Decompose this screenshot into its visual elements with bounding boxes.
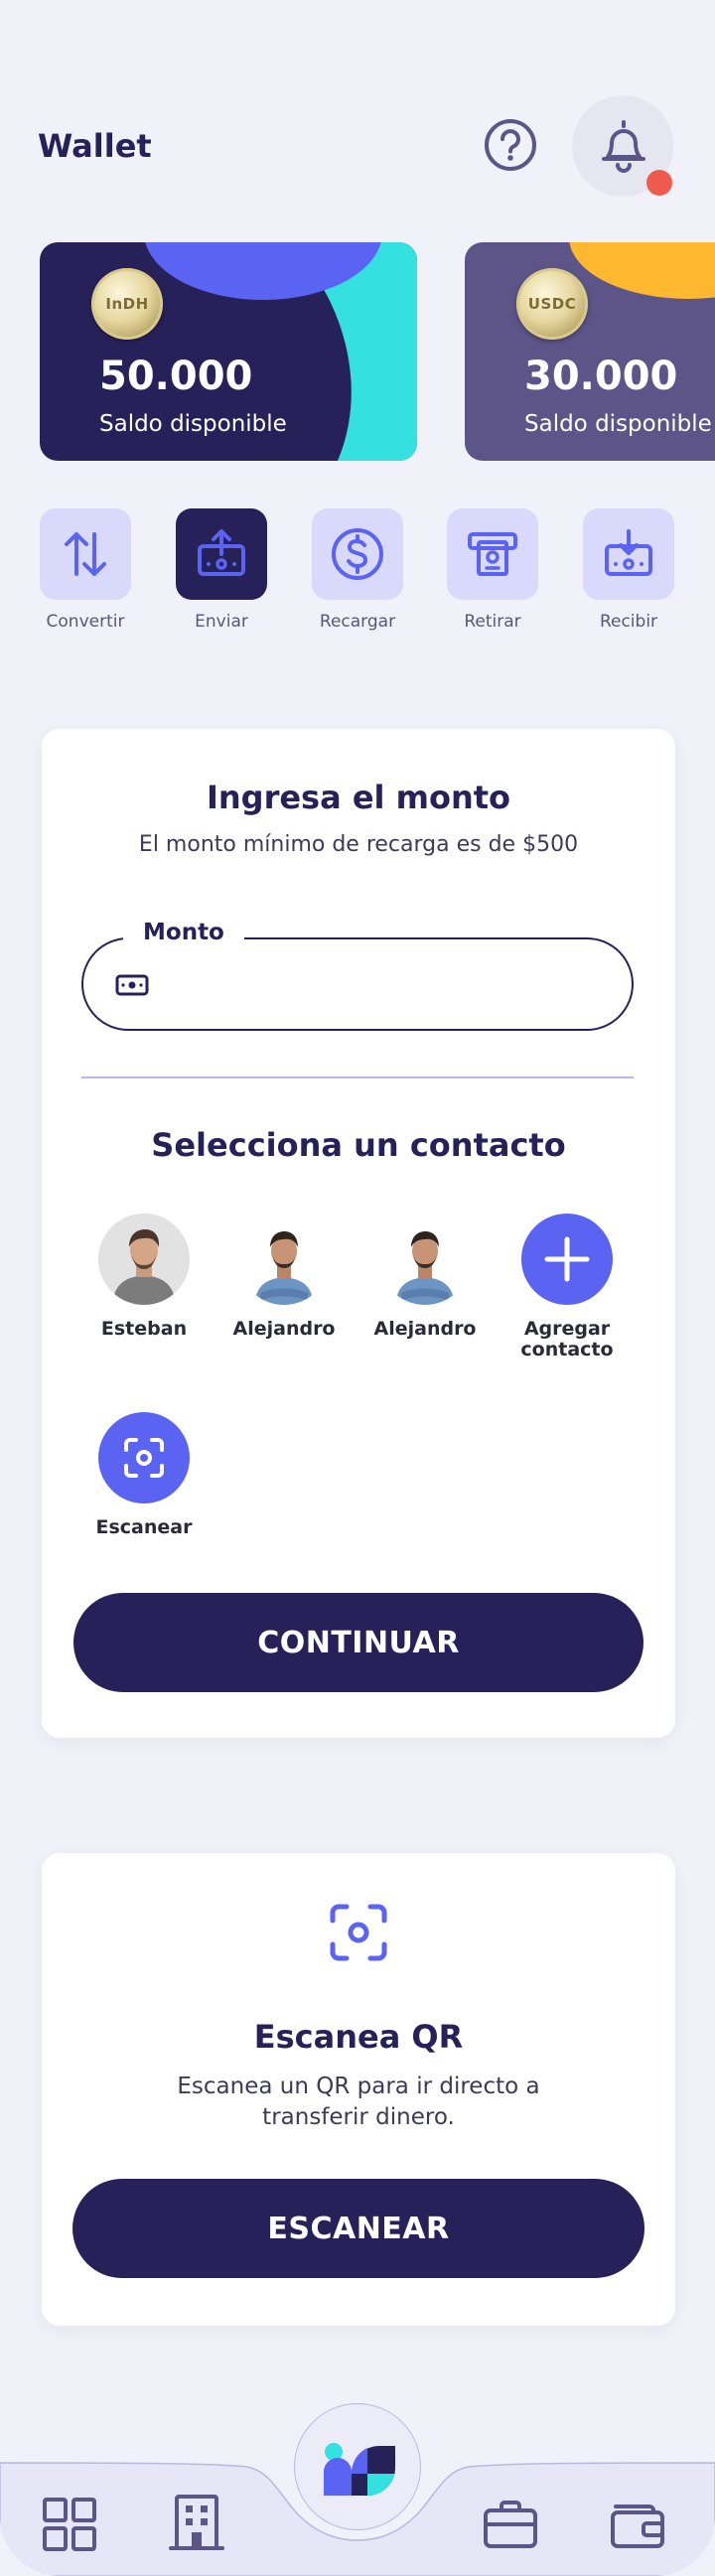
nav-briefcase[interactable] (483, 2499, 538, 2554)
action-label: Retirar (464, 612, 521, 632)
notifications-button[interactable] (572, 95, 673, 197)
send-money-icon (198, 529, 245, 576)
plus-icon (544, 1236, 590, 1282)
scan-label: Escanear (95, 1516, 193, 1538)
avatar (238, 1214, 330, 1305)
balance-card-indh[interactable]: InDH 50.000 Saldo disponible (40, 242, 417, 461)
nav-building[interactable] (169, 2493, 224, 2556)
scan-circle (98, 1412, 190, 1503)
balance-card-usdc[interactable]: USDC 30.000 Saldo disponible (465, 242, 715, 461)
action-recargar[interactable]: Recargar (303, 508, 412, 632)
coin-logo-indh: InDH (91, 268, 163, 340)
qr-title: Escanea QR (253, 2018, 464, 2056)
atm-withdraw-icon (468, 532, 517, 576)
amount-field-label: Monto (123, 920, 244, 945)
action-label: Convertir (46, 612, 125, 632)
page-title: Wallet (38, 127, 152, 165)
dollar-icon (332, 528, 383, 580)
avatar (98, 1214, 190, 1305)
contact-alejandro[interactable]: Alejandro (365, 1214, 485, 1340)
help-icon (485, 119, 536, 171)
wallet-screen: Wallet InDH 50.000 Saldo disponible USDC… (0, 0, 715, 2576)
notification-badge (646, 170, 672, 196)
bell-icon (602, 120, 645, 173)
action-tile (176, 508, 267, 600)
balance-label: Saldo disponible (524, 411, 712, 437)
qr-panel: Escanea QR Escanea un QR para ir directo… (42, 1853, 675, 2326)
home-fab-button[interactable] (294, 2403, 421, 2530)
swap-arrows-icon (65, 532, 106, 576)
help-button[interactable] (481, 115, 540, 175)
scan-button[interactable]: ESCANEAR (72, 2179, 644, 2278)
contact-name: Esteban (100, 1318, 188, 1340)
nav-dashboard[interactable] (42, 2497, 97, 2556)
coin-logo-usdc: USDC (516, 268, 588, 340)
contact-name: Alejandro (232, 1318, 336, 1340)
action-retirar[interactable]: Retirar (438, 508, 547, 632)
scan-contact-button[interactable]: Escanear (84, 1412, 204, 1538)
amount-title: Ingresa el monto (206, 779, 511, 816)
divider (81, 1076, 634, 1078)
contact-alejandro[interactable]: Alejandro (224, 1214, 344, 1340)
scan-icon (124, 1438, 164, 1478)
action-convertir[interactable]: Convertir (31, 508, 140, 632)
add-contact-button[interactable]: Agregar contacto (507, 1214, 627, 1360)
action-enviar[interactable]: Enviar (167, 508, 276, 632)
qr-scan-icon (330, 1904, 387, 1961)
contacts-title: Selecciona un contacto (151, 1126, 566, 1164)
qr-subtitle: Escanea un QR para ir directo a transfer… (177, 2074, 540, 2131)
balance-amount: 30.000 (524, 354, 678, 399)
add-contact-label: Agregar contacto (520, 1318, 614, 1360)
briefcase-icon (484, 2501, 537, 2548)
action-tile (447, 508, 538, 600)
cash-icon (115, 974, 149, 996)
continue-button[interactable]: CONTINUAR (73, 1593, 644, 1692)
action-label: Recibir (599, 612, 658, 632)
nav-wallet[interactable] (610, 2499, 665, 2554)
amount-panel: Ingresa el monto El monto mínimo de reca… (42, 729, 675, 1738)
app-logo-icon (324, 2443, 395, 2496)
add-contact-circle (521, 1214, 613, 1305)
wallet-icon (611, 2504, 664, 2548)
quick-actions: Convertir Enviar Recargar Retirar Recibi… (0, 508, 715, 638)
balance-label: Saldo disponible (99, 411, 287, 437)
action-label: Enviar (195, 612, 248, 632)
balance-amount: 50.000 (99, 354, 253, 399)
contact-esteban[interactable]: Esteban (84, 1214, 204, 1340)
grid-icon (43, 2498, 96, 2551)
receive-money-icon (605, 529, 652, 576)
header: Wallet (0, 0, 715, 199)
building-icon (169, 2495, 224, 2550)
action-tile (583, 508, 674, 600)
action-label: Recargar (319, 612, 396, 632)
amount-field[interactable]: Monto (81, 920, 634, 1031)
action-tile (40, 508, 131, 600)
avatar (379, 1214, 471, 1305)
amount-input[interactable] (169, 959, 606, 1011)
contact-name: Alejandro (373, 1318, 477, 1340)
action-recibir[interactable]: Recibir (574, 508, 683, 632)
balance-cards[interactable]: InDH 50.000 Saldo disponible USDC 30.000… (0, 242, 715, 463)
action-tile (312, 508, 403, 600)
amount-subtitle: El monto mínimo de recarga es de $500 (138, 832, 579, 857)
